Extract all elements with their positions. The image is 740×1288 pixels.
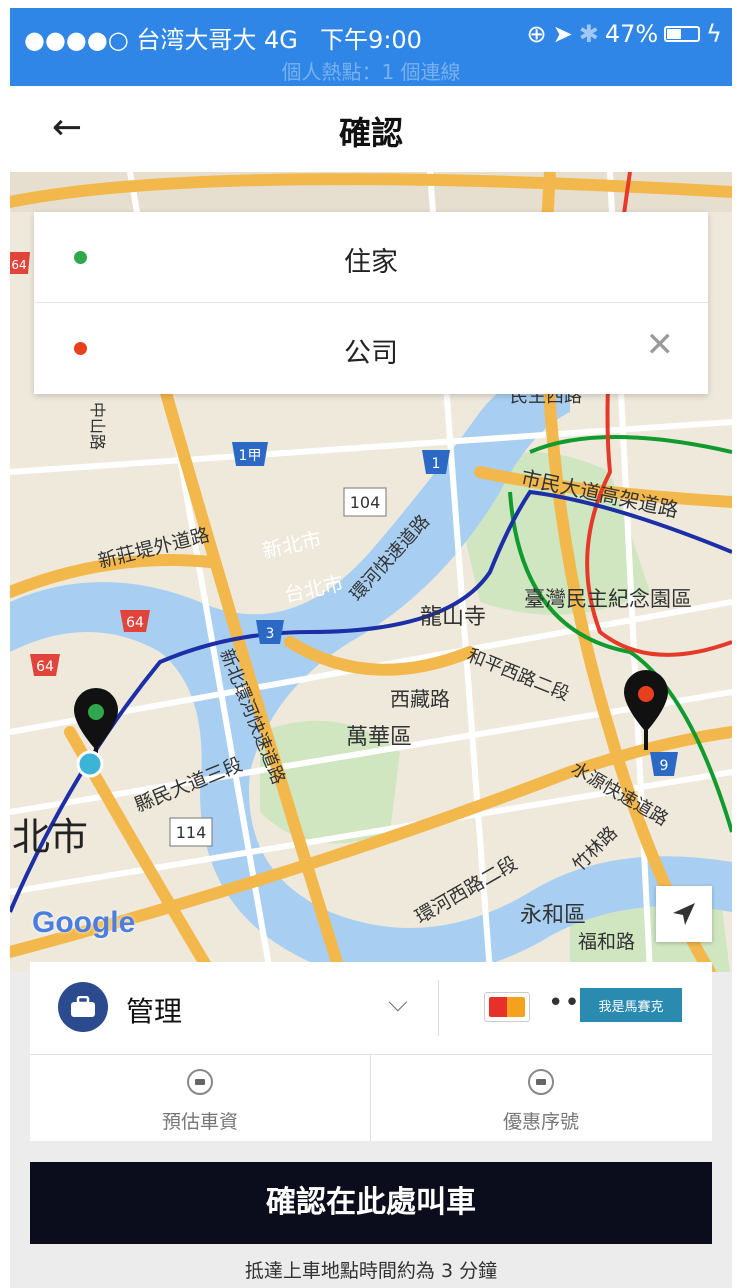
- map-label: 西藏路: [390, 687, 450, 711]
- promo-code-button[interactable]: 優惠序號: [371, 1055, 711, 1141]
- fare-estimate-button[interactable]: 預估車資: [30, 1055, 371, 1141]
- map-label: 福和路: [578, 931, 635, 953]
- svg-text:64: 64: [126, 615, 144, 631]
- status-right: ⊕ ➤ ✱ 47% ϟ: [526, 20, 722, 48]
- fare-estimate-label: 預估車資: [161, 1111, 238, 1133]
- map-label: 龍山寺: [420, 605, 486, 630]
- navigation-arrow-icon: [673, 903, 695, 925]
- battery-icon: [664, 26, 701, 42]
- map-label: 永和區: [520, 903, 586, 928]
- charging-icon: ϟ: [706, 20, 722, 48]
- battery-percent: 47%: [604, 20, 659, 48]
- map-label: 臺灣民主紀念園區: [524, 587, 692, 611]
- svg-text:1: 1: [432, 456, 441, 472]
- pickup-label: 住家: [344, 247, 398, 278]
- pickup-pin-icon[interactable]: [74, 688, 118, 778]
- mastercard-icon: [484, 992, 530, 1022]
- svg-text:1甲: 1甲: [239, 448, 262, 464]
- status-bar: ●●●●○ 台湾大哥大 4G 下午9:00 ⊕ ➤ ✱ 47% ϟ 個人熱點：1…: [10, 8, 732, 86]
- route-card: 住家 公司 ✕: [34, 212, 708, 394]
- payment-profile-card[interactable]: 管理 ⌵ ••• 我是馬賽克: [30, 962, 712, 1055]
- map-label: 北市: [12, 815, 88, 859]
- divider: [438, 980, 439, 1036]
- dropoff-pin-icon[interactable]: [624, 670, 668, 750]
- rotation-lock-icon: ⊕: [526, 20, 547, 48]
- confirm-pickup-button[interactable]: 確認在此處叫車: [30, 1162, 712, 1244]
- map-label: 新北市: [260, 527, 324, 563]
- google-logo: Google: [32, 906, 136, 939]
- clear-destination-icon[interactable]: ✕: [646, 325, 675, 365]
- profile-name: 管理: [126, 995, 183, 1028]
- dropoff-label: 公司: [344, 338, 398, 369]
- svg-text:3: 3: [266, 626, 275, 642]
- watermark-label: 我是馬賽克: [580, 988, 682, 1022]
- fare-card-icon: [187, 1069, 213, 1095]
- map-label: 和平西路二段: [464, 645, 572, 705]
- svg-text:64: 64: [36, 659, 54, 675]
- svg-text:64: 64: [11, 258, 26, 272]
- svg-text:104: 104: [350, 493, 381, 512]
- chevron-down-icon[interactable]: ⌵: [388, 988, 408, 1019]
- eta-text: 抵達上車地點時間約為 3 分鐘: [244, 1260, 498, 1282]
- map-label: 萬華區: [346, 725, 412, 750]
- hotspot-banner[interactable]: 個人熱點：1 個連線: [10, 56, 732, 85]
- bluetooth-icon: ✱: [578, 20, 599, 48]
- options-card: 預估車資 優惠序號: [30, 1055, 712, 1141]
- svg-text:114: 114: [176, 823, 207, 842]
- page-title: 確認: [338, 114, 403, 152]
- promo-tag-icon: [528, 1069, 554, 1095]
- location-arrow-icon: ➤: [552, 20, 573, 48]
- map-label: 中山路: [88, 402, 107, 450]
- dropoff-row[interactable]: 公司 ✕: [34, 303, 708, 393]
- pickup-row[interactable]: 住家: [34, 212, 708, 303]
- briefcase-icon: [58, 982, 108, 1032]
- svg-text:9: 9: [660, 758, 669, 774]
- promo-code-label: 優惠序號: [502, 1111, 579, 1133]
- nav-bar: ← 確認: [10, 86, 732, 172]
- locate-me-button[interactable]: [656, 886, 712, 942]
